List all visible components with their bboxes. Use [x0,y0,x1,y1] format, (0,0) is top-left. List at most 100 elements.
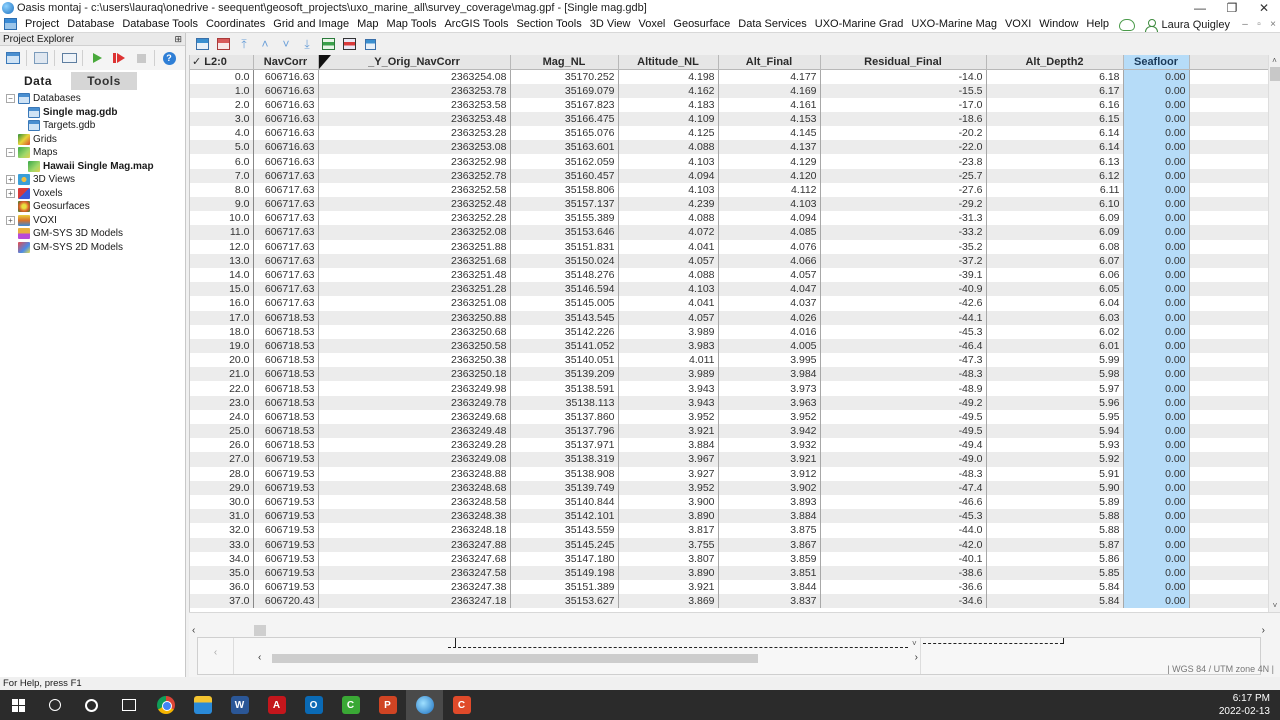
data-cell[interactable]: 4.129 [718,154,821,169]
empty-cell[interactable] [1189,296,1270,311]
data-cell[interactable]: 606719.53 [253,466,319,481]
vertical-scroll-thumb[interactable] [1270,67,1280,81]
collapse-icon[interactable]: − [6,148,15,158]
taskbar-powerpoint[interactable]: P [369,690,406,720]
data-cell[interactable]: 606717.63 [253,253,319,268]
data-cell[interactable]: 4.094 [718,211,821,226]
data-cell[interactable]: 4.137 [718,140,821,155]
expand-icon[interactable]: + [6,215,15,225]
empty-cell[interactable] [1189,494,1270,510]
tab-data[interactable]: Data [5,72,71,90]
data-cell[interactable]: 606719.53 [253,565,319,581]
empty-cell[interactable] [1189,267,1270,283]
empty-cell[interactable] [1189,424,1270,439]
restore-button[interactable]: ❐ [1216,0,1248,16]
horizontal-scroll-thumb[interactable] [254,625,266,636]
data-cell[interactable]: 2363252.98 [318,154,511,169]
row-index-cell[interactable]: 25.0 [190,424,254,439]
document-menu-icon[interactable] [4,18,17,30]
data-cell[interactable]: 4.120 [718,168,821,183]
data-cell[interactable]: 2363251.88 [318,239,511,254]
data-cell[interactable]: 35145.005 [510,296,619,311]
data-cell[interactable]: 0.00 [1123,381,1190,396]
data-cell[interactable]: 5.97 [986,381,1124,396]
data-cell[interactable]: 4.125 [618,126,719,141]
tab-tools[interactable]: Tools [71,72,137,90]
tree-item-hawaii-single-mag-map[interactable]: Hawaii Single Mag.map [6,160,185,174]
data-cell[interactable]: 3.851 [718,565,821,581]
data-cell[interactable]: 0.00 [1123,126,1190,141]
expand-icon[interactable]: + [6,188,15,198]
data-cell[interactable]: 2363247.58 [318,565,511,581]
data-cell[interactable]: 2363253.48 [318,111,511,127]
data-cell[interactable]: 4.057 [718,267,821,283]
scroll-left-button[interactable]: ‹ [192,625,195,636]
cloud-icon[interactable] [1118,18,1135,31]
data-cell[interactable]: 0.00 [1123,424,1190,439]
data-cell[interactable]: 3.967 [618,452,719,467]
data-cell[interactable]: 4.088 [618,267,719,283]
data-cell[interactable]: 606717.63 [253,211,319,226]
empty-cell[interactable] [1189,409,1270,424]
open-project-button[interactable] [32,50,50,66]
data-cell[interactable]: -49.2 [820,395,987,410]
data-cell[interactable]: 0.00 [1123,580,1190,595]
data-cell[interactable]: 606716.63 [253,140,319,155]
data-cell[interactable]: -49.5 [820,409,987,424]
row-index-cell[interactable]: 27.0 [190,452,254,467]
row-index-cell[interactable]: 32.0 [190,523,254,538]
empty-cell[interactable] [1189,580,1270,595]
data-cell[interactable]: -47.3 [820,353,987,368]
data-cell[interactable]: 606716.63 [253,154,319,169]
data-cell[interactable]: 5.90 [986,480,1124,495]
row-index-cell[interactable]: 4.0 [190,126,254,141]
start-button[interactable] [0,690,36,720]
stop-button[interactable] [132,50,150,66]
data-cell[interactable]: 0.00 [1123,438,1190,453]
data-cell[interactable]: 35147.180 [510,551,619,566]
data-cell[interactable]: 6.14 [986,140,1124,155]
data-cell[interactable]: -33.2 [820,225,987,240]
data-cell[interactable]: -27.6 [820,182,987,197]
row-index-cell[interactable]: 35.0 [190,565,254,581]
expand-icon[interactable]: + [6,175,15,185]
help-button[interactable]: ? [160,50,178,66]
data-cell[interactable]: 4.072 [618,225,719,240]
tree-item-grids[interactable]: Grids [6,133,185,147]
tree-item-maps[interactable]: − Maps [6,146,185,160]
data-cell[interactable]: -17.0 [820,97,987,112]
tree-item-geosurfaces[interactable]: Geosurfaces [6,200,185,214]
data-cell[interactable]: 6.13 [986,154,1124,169]
data-cell[interactable]: 5.93 [986,438,1124,453]
data-cell[interactable]: 6.06 [986,267,1124,283]
data-cell[interactable]: 3.859 [718,551,821,566]
data-cell[interactable]: 2363250.58 [318,338,511,354]
data-cell[interactable]: 4.103 [718,197,821,212]
data-cell[interactable]: 3.942 [718,424,821,439]
data-cell[interactable]: 3.952 [718,409,821,424]
data-cell[interactable]: 0.00 [1123,565,1190,581]
data-cell[interactable]: 35157.137 [510,197,619,212]
row-index-cell[interactable]: 6.0 [190,154,254,169]
data-cell[interactable]: 35170.252 [510,69,619,84]
data-cell[interactable]: 606719.53 [253,494,319,510]
data-cell[interactable]: 5.99 [986,353,1124,368]
show-channel-button[interactable] [320,37,336,51]
mdi-minimize-button[interactable]: – [1238,19,1252,30]
row-index-cell[interactable]: 31.0 [190,509,254,524]
data-cell[interactable]: 4.066 [718,253,821,268]
data-cell[interactable]: 35140.844 [510,494,619,510]
taskbar-acrobat[interactable]: A [258,690,295,720]
empty-cell[interactable] [1189,565,1270,581]
column-header-mag-nl[interactable]: Mag_NL [510,55,619,70]
profile-scroll-left-button[interactable]: ‹ [198,638,234,674]
menu-project[interactable]: Project [21,16,63,33]
data-cell[interactable]: 35155.389 [510,211,619,226]
data-cell[interactable]: 606719.53 [253,537,319,552]
taskbar-camtasia[interactable]: C [332,690,369,720]
data-cell[interactable]: -49.0 [820,452,987,467]
menu-database-tools[interactable]: Database Tools [118,16,202,33]
row-index-cell[interactable]: 5.0 [190,140,254,155]
data-cell[interactable]: 6.16 [986,97,1124,112]
data-cell[interactable]: 3.869 [618,594,719,609]
